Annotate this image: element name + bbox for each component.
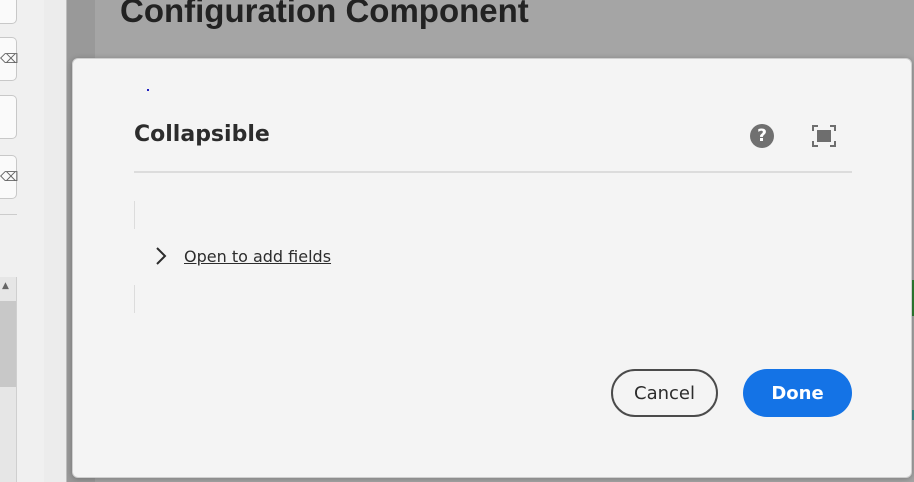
scroll-up-icon: ▲ bbox=[2, 281, 9, 291]
done-button[interactable]: Done bbox=[743, 369, 852, 417]
background-delete-button: ⌫ bbox=[0, 37, 19, 81]
background-page-title: Configuration Component bbox=[120, 0, 529, 29]
fullscreen-button[interactable] bbox=[811, 124, 837, 148]
help-icon: ? bbox=[757, 126, 767, 146]
help-button[interactable]: ? bbox=[750, 124, 774, 148]
background-gutter bbox=[44, 0, 67, 482]
dot bbox=[147, 89, 149, 91]
background-button bbox=[0, 95, 17, 139]
background-left-panel: ⌫ ⌫ ▲ bbox=[0, 0, 45, 482]
cancel-button[interactable]: Cancel bbox=[611, 369, 718, 417]
background-delete-button: ⌫ bbox=[0, 155, 19, 199]
delete-icon: ⌫ bbox=[0, 170, 19, 185]
background-button bbox=[0, 0, 17, 24]
background-scrollbar: ▲ bbox=[0, 277, 17, 482]
chevron-right-icon bbox=[156, 247, 167, 265]
collapsible-toggle[interactable]: Open to add fields bbox=[153, 245, 331, 267]
field-border bbox=[134, 285, 135, 313]
divider bbox=[0, 214, 17, 215]
collapsible-link[interactable]: Open to add fields bbox=[184, 247, 331, 266]
delete-icon: ⌫ bbox=[0, 52, 19, 67]
dialog-title: Collapsible bbox=[134, 122, 270, 147]
field-border bbox=[134, 201, 135, 229]
header-divider bbox=[134, 171, 852, 173]
collapsible-dialog: Collapsible ? Open to add fields Cancel … bbox=[72, 58, 912, 478]
fullscreen-icon bbox=[812, 125, 836, 147]
scrollbar-thumb bbox=[0, 301, 16, 387]
